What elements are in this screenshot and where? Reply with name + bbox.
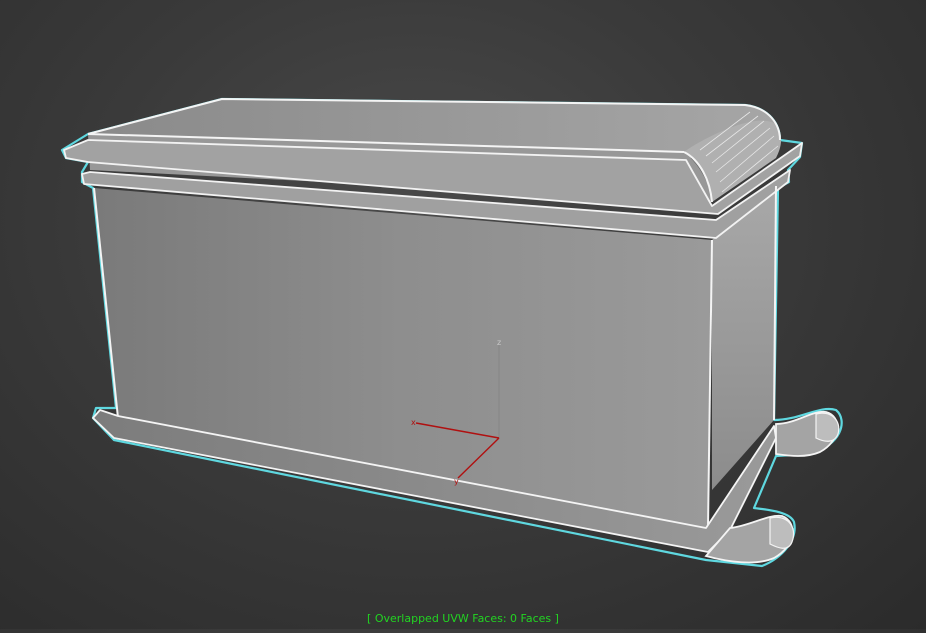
gizmo-x-label: x (411, 418, 416, 427)
3d-viewport[interactable]: z x y [ Overlapped UVW Faces: 0 Faces ] (0, 0, 926, 629)
gizmo-z-label: z (497, 338, 501, 347)
chest-model[interactable]: z x y (0, 0, 926, 629)
gizmo-y-label: y (454, 477, 459, 486)
status-overlay-text: [ Overlapped UVW Faces: 0 Faces ] (367, 612, 559, 625)
